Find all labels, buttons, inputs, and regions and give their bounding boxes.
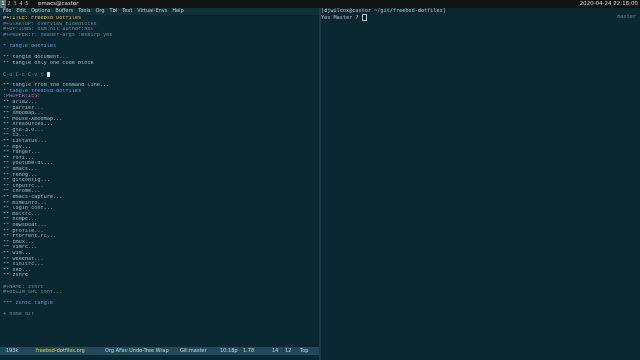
buffer-line-text: + home dir [3, 312, 35, 318]
emacs-window[interactable]: File Edit Options Buffers Tools Org Tbl Text Vir… [0, 8, 319, 360]
menu-buffers[interactable]: Buffers [55, 8, 73, 14]
buffer-line-text: ** rofi... [3, 155, 35, 161]
modeline-vc: Git:master [180, 348, 207, 354]
menu-edit[interactable]: Edit [16, 8, 26, 14]
buffer-line-text: ** Xresources... [3, 122, 53, 128]
modeline-col: 12 [285, 348, 292, 354]
buffer-line-text: ** emacs... [3, 167, 38, 173]
modeline-load: 1.78 [243, 348, 255, 354]
org-buffer[interactable]: #+TITLE: Freebsd Dotfiles #+STARTUP: over… [3, 16, 317, 318]
menu-virtual-envs[interactable]: Virtual-Envs [137, 8, 167, 14]
modeline-size: 193k [6, 348, 19, 354]
buffer-line-text: #+BEGIN_SRC conf... [3, 290, 63, 296]
buffer-line-text: #+STARTUP: overview hideblocks [3, 21, 97, 27]
buffer-line-text: ** youtube-dl... [3, 161, 53, 167]
text-cursor [46, 71, 50, 77]
buffer-line-text: ** tangle document... [3, 55, 69, 61]
buffer-line-text: ** muttrc... [3, 211, 41, 217]
buffer-line-text: ** xkb... [3, 267, 32, 273]
buffer-line-text: ** tangle from the command line... [3, 83, 110, 89]
menu-tbl[interactable]: Tbl [110, 8, 118, 14]
buffer-line-text: ** profile... [3, 228, 44, 234]
buffer-line-text: ** rtorrent.rc... [3, 234, 57, 240]
buffer-line-text: ** tmux... [3, 239, 35, 245]
buffer-line: + home dir [3, 312, 317, 318]
menu-text[interactable]: Text [122, 8, 132, 14]
modeline-modes[interactable]: Org AFav Undo-Tree Wrap [103, 347, 171, 355]
menu-tools[interactable]: Tools [78, 8, 90, 14]
menu-help[interactable]: Help [172, 8, 183, 14]
buffer-line-text: ** inputrc... [3, 183, 44, 189]
buffer-line-text: ** barrier... [3, 105, 44, 111]
buffer-line-text: ** fehbg... [3, 172, 38, 178]
menu-org[interactable]: Org [95, 8, 104, 14]
buffer-line-text: #+TITLE: Freebsd Dotfiles [3, 16, 82, 21]
minibuffer[interactable] [0, 355, 319, 360]
buffer-line-text: ** login_conf... [3, 206, 53, 212]
buffer-line-text: ** ncmpc... [3, 217, 38, 223]
buffer-line-text: ** zshrc [3, 273, 28, 279]
window-manager-bar: 12345 emacs@castor 2020-04-24 22:18:00 [0, 0, 640, 8]
buffer-line-text: ** chrome... [3, 189, 41, 195]
buffer-line-text: ** ranger... [3, 150, 41, 156]
buffer-line-text: C-u C-c C-v t [3, 71, 44, 78]
buffer-line-text: ** xinitrc... [3, 262, 44, 268]
buffer-line-text: #+OPTIONS: num:nil author:nil [3, 27, 94, 33]
buffer-line-text: ** mimeinfo... [3, 200, 47, 206]
buffer-line-text: ** gtk-3.0... [3, 127, 44, 133]
buffer-line-text: ** weechat... [3, 256, 44, 262]
buffer-line-text: ** i3status... [3, 139, 47, 145]
modeline-line: 14 [272, 348, 279, 354]
buffer-line-text: #+PROPERTY: header-args :mkdirp yes [3, 32, 113, 38]
modeline-position: Top [300, 348, 309, 354]
window-title: emacs@castor [38, 1, 79, 7]
menu-file[interactable]: File [3, 8, 11, 14]
emacs-menubar[interactable]: File Edit Options Buffers Tools Org Tbl Text Vir… [0, 8, 319, 15]
buffer-line-text: ** aria2... [3, 99, 38, 105]
buffer-line-text: * tangle freebsd dotfiles [3, 88, 82, 94]
terminal-window[interactable]: [djwilcox@castor ~/git/freebsd-dotfiles]… [321, 8, 640, 360]
buffer-line-text: ** tangle only one code block [3, 60, 94, 66]
shell-input-text: Yes Master ? [321, 15, 362, 21]
buffer-line-text: ** mpv... [3, 144, 32, 150]
modeline-time: 10:18p [220, 348, 238, 354]
buffer-line-text: ** gitconfig... [3, 178, 50, 184]
buffer-line-text: ** w3m... [3, 250, 32, 256]
buffer-line-text: #+NAME: zshrc [3, 284, 44, 290]
buffer-line-text: ** Xmodmap... [3, 111, 44, 117]
buffer-line-text: ** emacs-capture... [3, 195, 63, 200]
buffer-line-text: :PROPERTIES: [3, 94, 41, 100]
modeline-buffer-name: freebsd-dotfiles.org [36, 348, 85, 354]
buffer-line-text: *** zshrc tangle [3, 301, 53, 307]
buffer-line-text: ** newsboat... [3, 222, 47, 228]
clock: 2020-04-24 22:18:00 [579, 1, 638, 7]
buffer-line-text: ** i3... [3, 133, 28, 139]
buffer-line-text: ** vimrc... [3, 245, 38, 251]
workspace-tag-5[interactable]: 5 [24, 0, 30, 8]
shell-input-line[interactable]: Yes Master ? [321, 14, 367, 22]
buffer-line-text: * tangle dotfiles [3, 43, 57, 49]
buffer-line-text: ** Mouse-Xmodmap... [3, 116, 63, 122]
menu-options[interactable]: Options [31, 8, 50, 14]
terminal-cursor [361, 14, 367, 21]
emacs-modeline: 193k freebsd-dotfiles.org Org AFav Undo-… [0, 347, 319, 355]
git-branch-label: master [617, 14, 636, 20]
